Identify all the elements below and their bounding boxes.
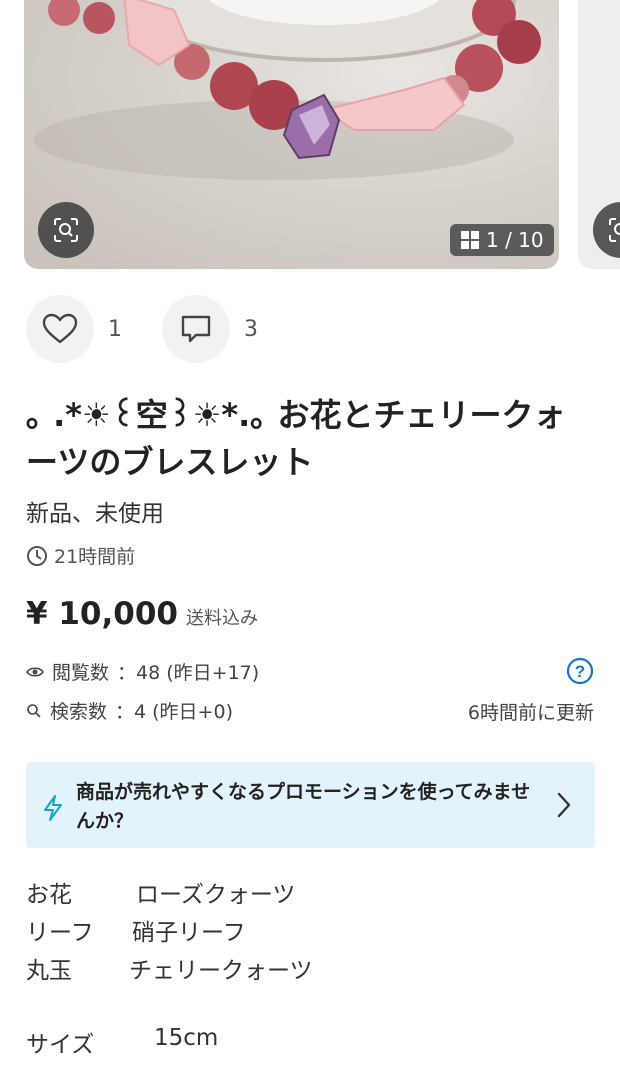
shipping-note: 送料込み: [186, 608, 258, 629]
posted-time: 21時間前: [26, 542, 135, 569]
size-row: サイズ 15cm: [26, 1025, 218, 1059]
updated-time: 6時間前に更新: [467, 702, 594, 724]
description-row: 丸玉 チェリークォーツ: [26, 952, 313, 990]
chevron-right-icon: [557, 792, 571, 818]
svg-text:?: ?: [575, 662, 585, 681]
price-amount: ¥ 10,000: [26, 596, 178, 632]
heart-icon: [42, 313, 78, 344]
size-value: 15cm: [154, 1025, 219, 1051]
reactions-bar: 1 3: [26, 295, 258, 363]
description-row: リーフ 硝子リーフ: [26, 914, 313, 952]
search-count: 検索数 ：4 (昨日+0): [26, 697, 233, 724]
like-button[interactable]: [26, 295, 94, 363]
lens-scan-icon: [54, 218, 78, 242]
description-value: ローズクォーツ: [136, 882, 296, 908]
help-icon: ?: [566, 657, 594, 685]
view-count-value: ：48 (昨日+17): [117, 662, 260, 684]
lightning-icon: [44, 795, 62, 821]
search-count-label: 検索数: [50, 701, 108, 723]
view-count-label: 閲覧数: [52, 662, 110, 684]
description-row: お花 ローズクォーツ: [26, 876, 313, 914]
help-button[interactable]: ?: [566, 657, 594, 689]
posted-time-text: 21時間前: [54, 546, 136, 568]
image-counter-text: 1 / 10: [486, 228, 544, 252]
size-key: サイズ: [26, 1032, 95, 1058]
view-count: 閲覧数 ：48 (昨日+17): [26, 658, 259, 685]
clock-icon: [27, 545, 47, 566]
description-key: 丸玉: [26, 958, 72, 984]
eye-icon: [26, 666, 44, 677]
image-search-button[interactable]: [38, 202, 94, 258]
lens-scan-icon: [609, 218, 620, 242]
description-value: 硝子リーフ: [132, 920, 246, 946]
image-counter: 1 / 10: [450, 224, 554, 256]
price: ¥ 10,000 送料込み: [26, 596, 258, 632]
item-description: お花 ローズクォーツ リーフ 硝子リーフ 丸玉 チェリークォーツ: [26, 876, 313, 990]
comment-button[interactable]: [162, 295, 230, 363]
search-icon: [27, 703, 41, 718]
search-count-value: ：4 (昨日+0): [115, 701, 233, 723]
promotion-text: 商品が売れやすくなるプロモーションを使ってみませんか？: [76, 781, 531, 832]
image-carousel[interactable]: 1 / 10: [0, 0, 620, 270]
comment-icon: [181, 315, 211, 343]
grid-icon: [461, 231, 479, 249]
like-count: 1: [108, 316, 122, 342]
item-condition: 新品、未使用: [26, 501, 164, 527]
description-key: リーフ: [26, 920, 94, 946]
promotion-banner[interactable]: 商品が売れやすくなるプロモーションを使ってみませんか？: [26, 762, 595, 848]
description-value: チェリークォーツ: [129, 958, 313, 984]
comment-count: 3: [244, 316, 258, 342]
item-title: ｡ .*☀︎꒰空꒱☀︎*.｡ お花とチェリークォーツのブレスレット: [26, 396, 566, 481]
description-key: お花: [26, 882, 72, 908]
